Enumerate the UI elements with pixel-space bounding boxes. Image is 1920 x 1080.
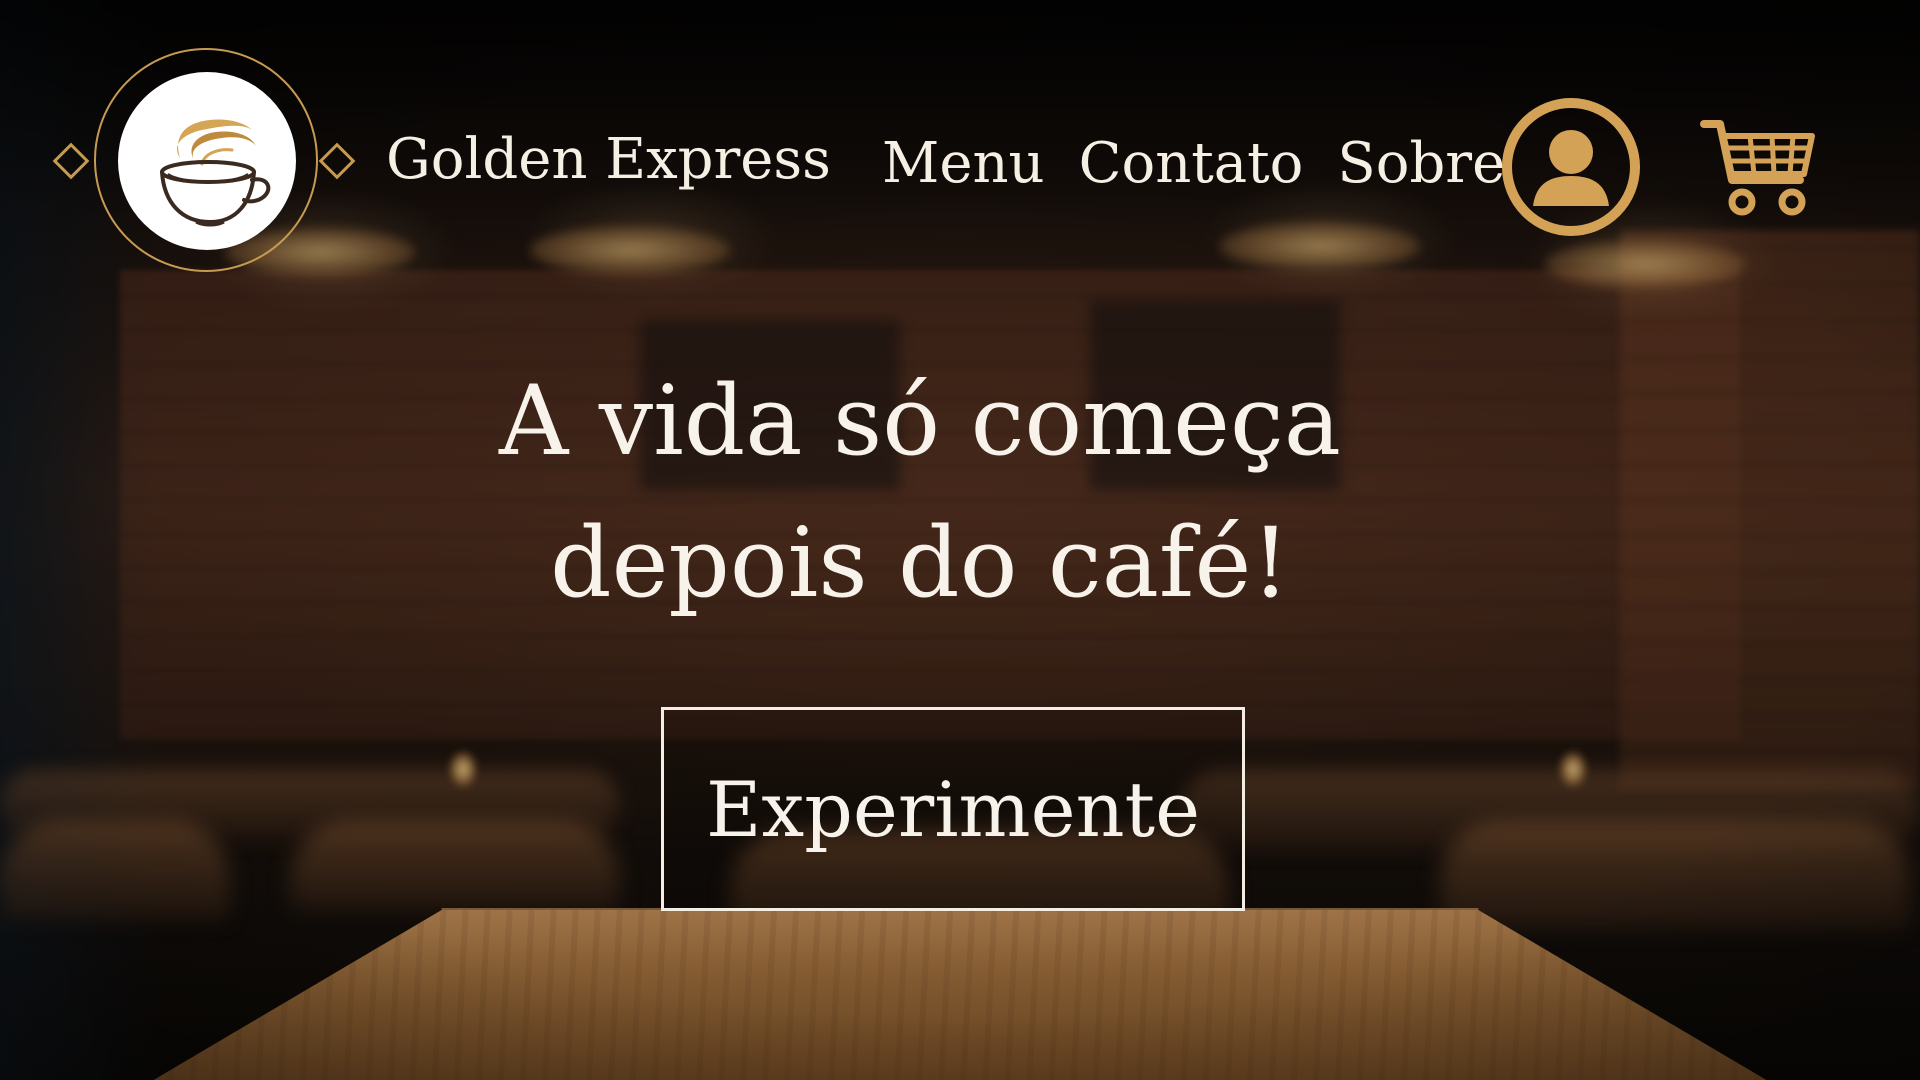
shopping-cart-icon bbox=[1700, 120, 1815, 216]
coffee-cup-icon bbox=[160, 119, 271, 227]
nav-link-menu[interactable]: Menu bbox=[882, 130, 1045, 198]
user-icon bbox=[1502, 98, 1640, 236]
nav-link-contato[interactable]: Contato bbox=[1079, 130, 1304, 198]
shopping-cart-button[interactable] bbox=[1700, 118, 1818, 220]
brand-name: Golden Express bbox=[386, 127, 831, 192]
right-diamond-ornament bbox=[318, 142, 356, 180]
main-nav: Menu Contato Sobre bbox=[882, 130, 1505, 198]
brand-logo[interactable] bbox=[50, 48, 370, 280]
hero-headline: A vida só começa depois do café! bbox=[260, 350, 1580, 634]
left-diamond-ornament bbox=[52, 142, 90, 180]
cta-label: Experimente bbox=[705, 764, 1201, 854]
landing-page: Golden Express Menu Contato Sobre A vida… bbox=[0, 0, 1920, 1080]
experimente-button[interactable]: Experimente bbox=[661, 707, 1245, 911]
user-account-button[interactable] bbox=[1500, 96, 1642, 238]
nav-link-sobre[interactable]: Sobre bbox=[1337, 130, 1505, 198]
hero-line-1: A vida só começa bbox=[499, 365, 1341, 477]
hero-line-2: depois do café! bbox=[550, 507, 1290, 619]
site-header: Golden Express Menu Contato Sobre bbox=[0, 0, 1920, 320]
